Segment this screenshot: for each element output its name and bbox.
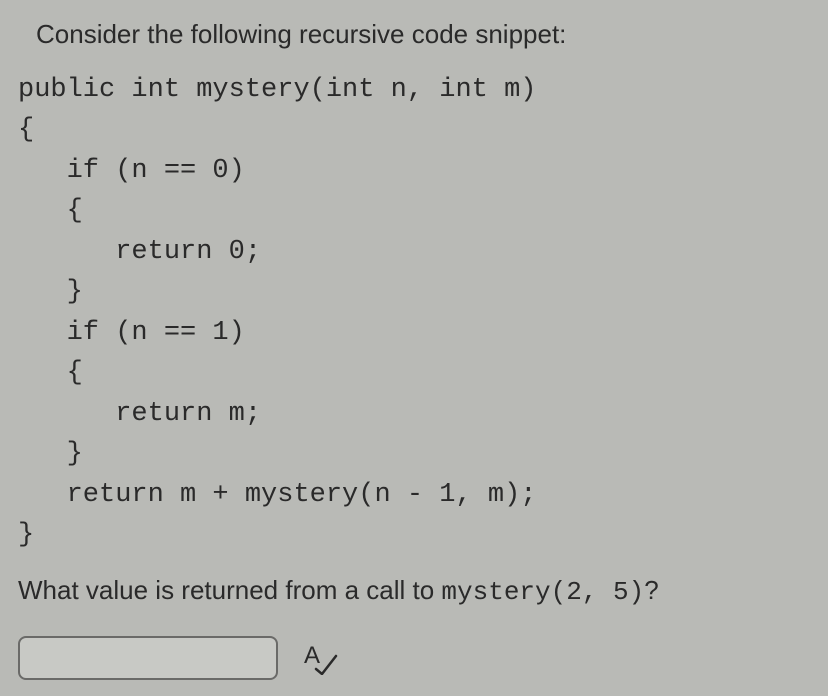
intro-text: Consider the following recursive code sn… xyxy=(36,18,808,52)
question-code: mystery(2, 5) xyxy=(441,577,644,607)
question-text: What value is returned from a call to my… xyxy=(18,574,808,610)
code-snippet: public int mystery(int n, int m) { if (n… xyxy=(18,70,808,556)
answer-row: A xyxy=(18,636,808,680)
answer-input[interactable] xyxy=(18,636,278,680)
question-prefix: What value is returned from a call to xyxy=(18,575,441,605)
svg-text:A: A xyxy=(304,642,320,669)
spellcheck-icon[interactable]: A xyxy=(300,641,342,675)
question-suffix: ? xyxy=(644,575,658,605)
question-container: Consider the following recursive code sn… xyxy=(0,0,828,680)
